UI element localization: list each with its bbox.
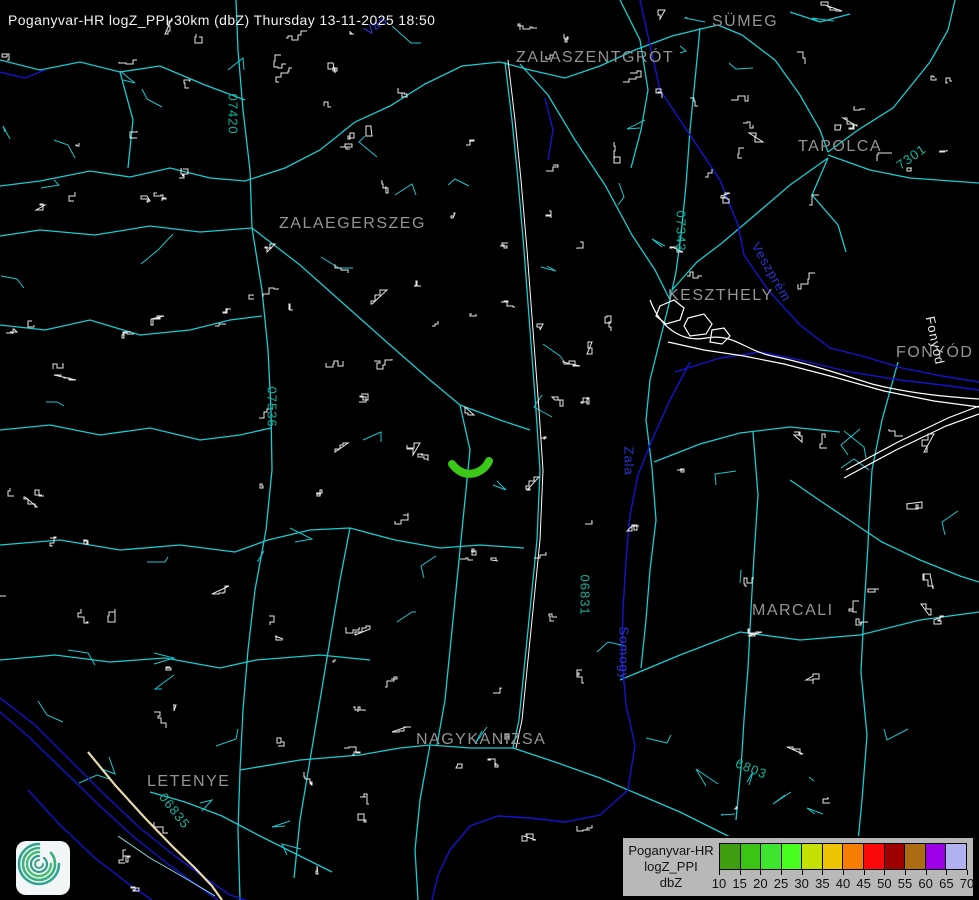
legend-color-cell bbox=[926, 844, 947, 869]
legend: Poganyvar-HR logZ_PPI dbZ 10 15 20 25 30 35 40… bbox=[621, 836, 975, 898]
county-label: Somogy bbox=[618, 627, 631, 681]
radar-map bbox=[0, 0, 979, 900]
legend-tick-label: 15 bbox=[732, 876, 746, 891]
met-logo bbox=[16, 841, 70, 895]
radar-title: Poganyvar-HR logZ_PPI 30km (dbZ) Thursda… bbox=[8, 12, 435, 28]
legend-tick-label: 70 bbox=[960, 876, 974, 891]
legend-color-cell bbox=[761, 844, 782, 869]
legend-color-cell bbox=[905, 844, 926, 869]
legend-tick-label: 35 bbox=[815, 876, 829, 891]
legend-tick-label: 30 bbox=[794, 876, 808, 891]
legend-product-label: logZ_PPI bbox=[644, 859, 697, 875]
legend-site-label: Poganyvar-HR bbox=[628, 843, 713, 859]
city-label: MARCALI bbox=[752, 603, 834, 619]
legend-tick-label: 55 bbox=[898, 876, 912, 891]
legend-color-cell bbox=[720, 844, 741, 869]
city-label: ZALASZENTGRÓT bbox=[516, 50, 674, 66]
radar-screen: SÜMEG ZALASZENTGRÓT TAPOLCA ZALAEGERSZEG KES… bbox=[0, 0, 979, 900]
legend-tick-labels: 10152025303540455055606570 bbox=[719, 875, 967, 890]
legend-tick-label: 10 bbox=[712, 876, 726, 891]
county-border-lines bbox=[0, 0, 979, 900]
legend-tick-label: 60 bbox=[918, 876, 932, 891]
legend-color-cell bbox=[946, 844, 966, 869]
legend-tick-label: 25 bbox=[774, 876, 788, 891]
road-number-label: 07536 bbox=[266, 387, 279, 428]
spiral-icon bbox=[16, 841, 62, 887]
legend-color-cell bbox=[823, 844, 844, 869]
legend-tick-label: 65 bbox=[939, 876, 953, 891]
legend-tick-label: 40 bbox=[836, 876, 850, 891]
legend-color-cell bbox=[782, 844, 803, 869]
county-label: Zala bbox=[623, 447, 636, 476]
legend-color-cell bbox=[741, 844, 762, 869]
legend-tick bbox=[967, 870, 968, 875]
legend-unit-label: dbZ bbox=[660, 875, 682, 891]
city-label: SÜMEG bbox=[712, 14, 778, 30]
road-network bbox=[0, 0, 979, 900]
city-label: ZALAEGERSZEG bbox=[279, 216, 426, 232]
road-number-label: 07343 bbox=[675, 211, 688, 252]
legend-color-cell bbox=[864, 844, 885, 869]
legend-tick-label: 20 bbox=[753, 876, 767, 891]
legend-color-cell bbox=[802, 844, 823, 869]
legend-tick-label: 45 bbox=[856, 876, 870, 891]
legend-text: Poganyvar-HR logZ_PPI dbZ bbox=[623, 838, 719, 896]
city-label: KESZTHELY bbox=[668, 288, 774, 304]
city-label: NAGYKANIZSA bbox=[416, 732, 546, 748]
legend-scale: 10152025303540455055606570 bbox=[719, 843, 967, 896]
radar-echo bbox=[452, 461, 489, 474]
settlement-outlines bbox=[0, 2, 952, 891]
legend-color-cell bbox=[843, 844, 864, 869]
legend-colorbar bbox=[719, 843, 967, 870]
city-label: TAPOLCA bbox=[798, 139, 882, 155]
road-number-label: 07420 bbox=[227, 94, 240, 135]
legend-color-cell bbox=[885, 844, 906, 869]
city-label: LETENYE bbox=[147, 774, 230, 790]
road-number-label: 06831 bbox=[579, 575, 592, 616]
legend-tick-label: 50 bbox=[877, 876, 891, 891]
